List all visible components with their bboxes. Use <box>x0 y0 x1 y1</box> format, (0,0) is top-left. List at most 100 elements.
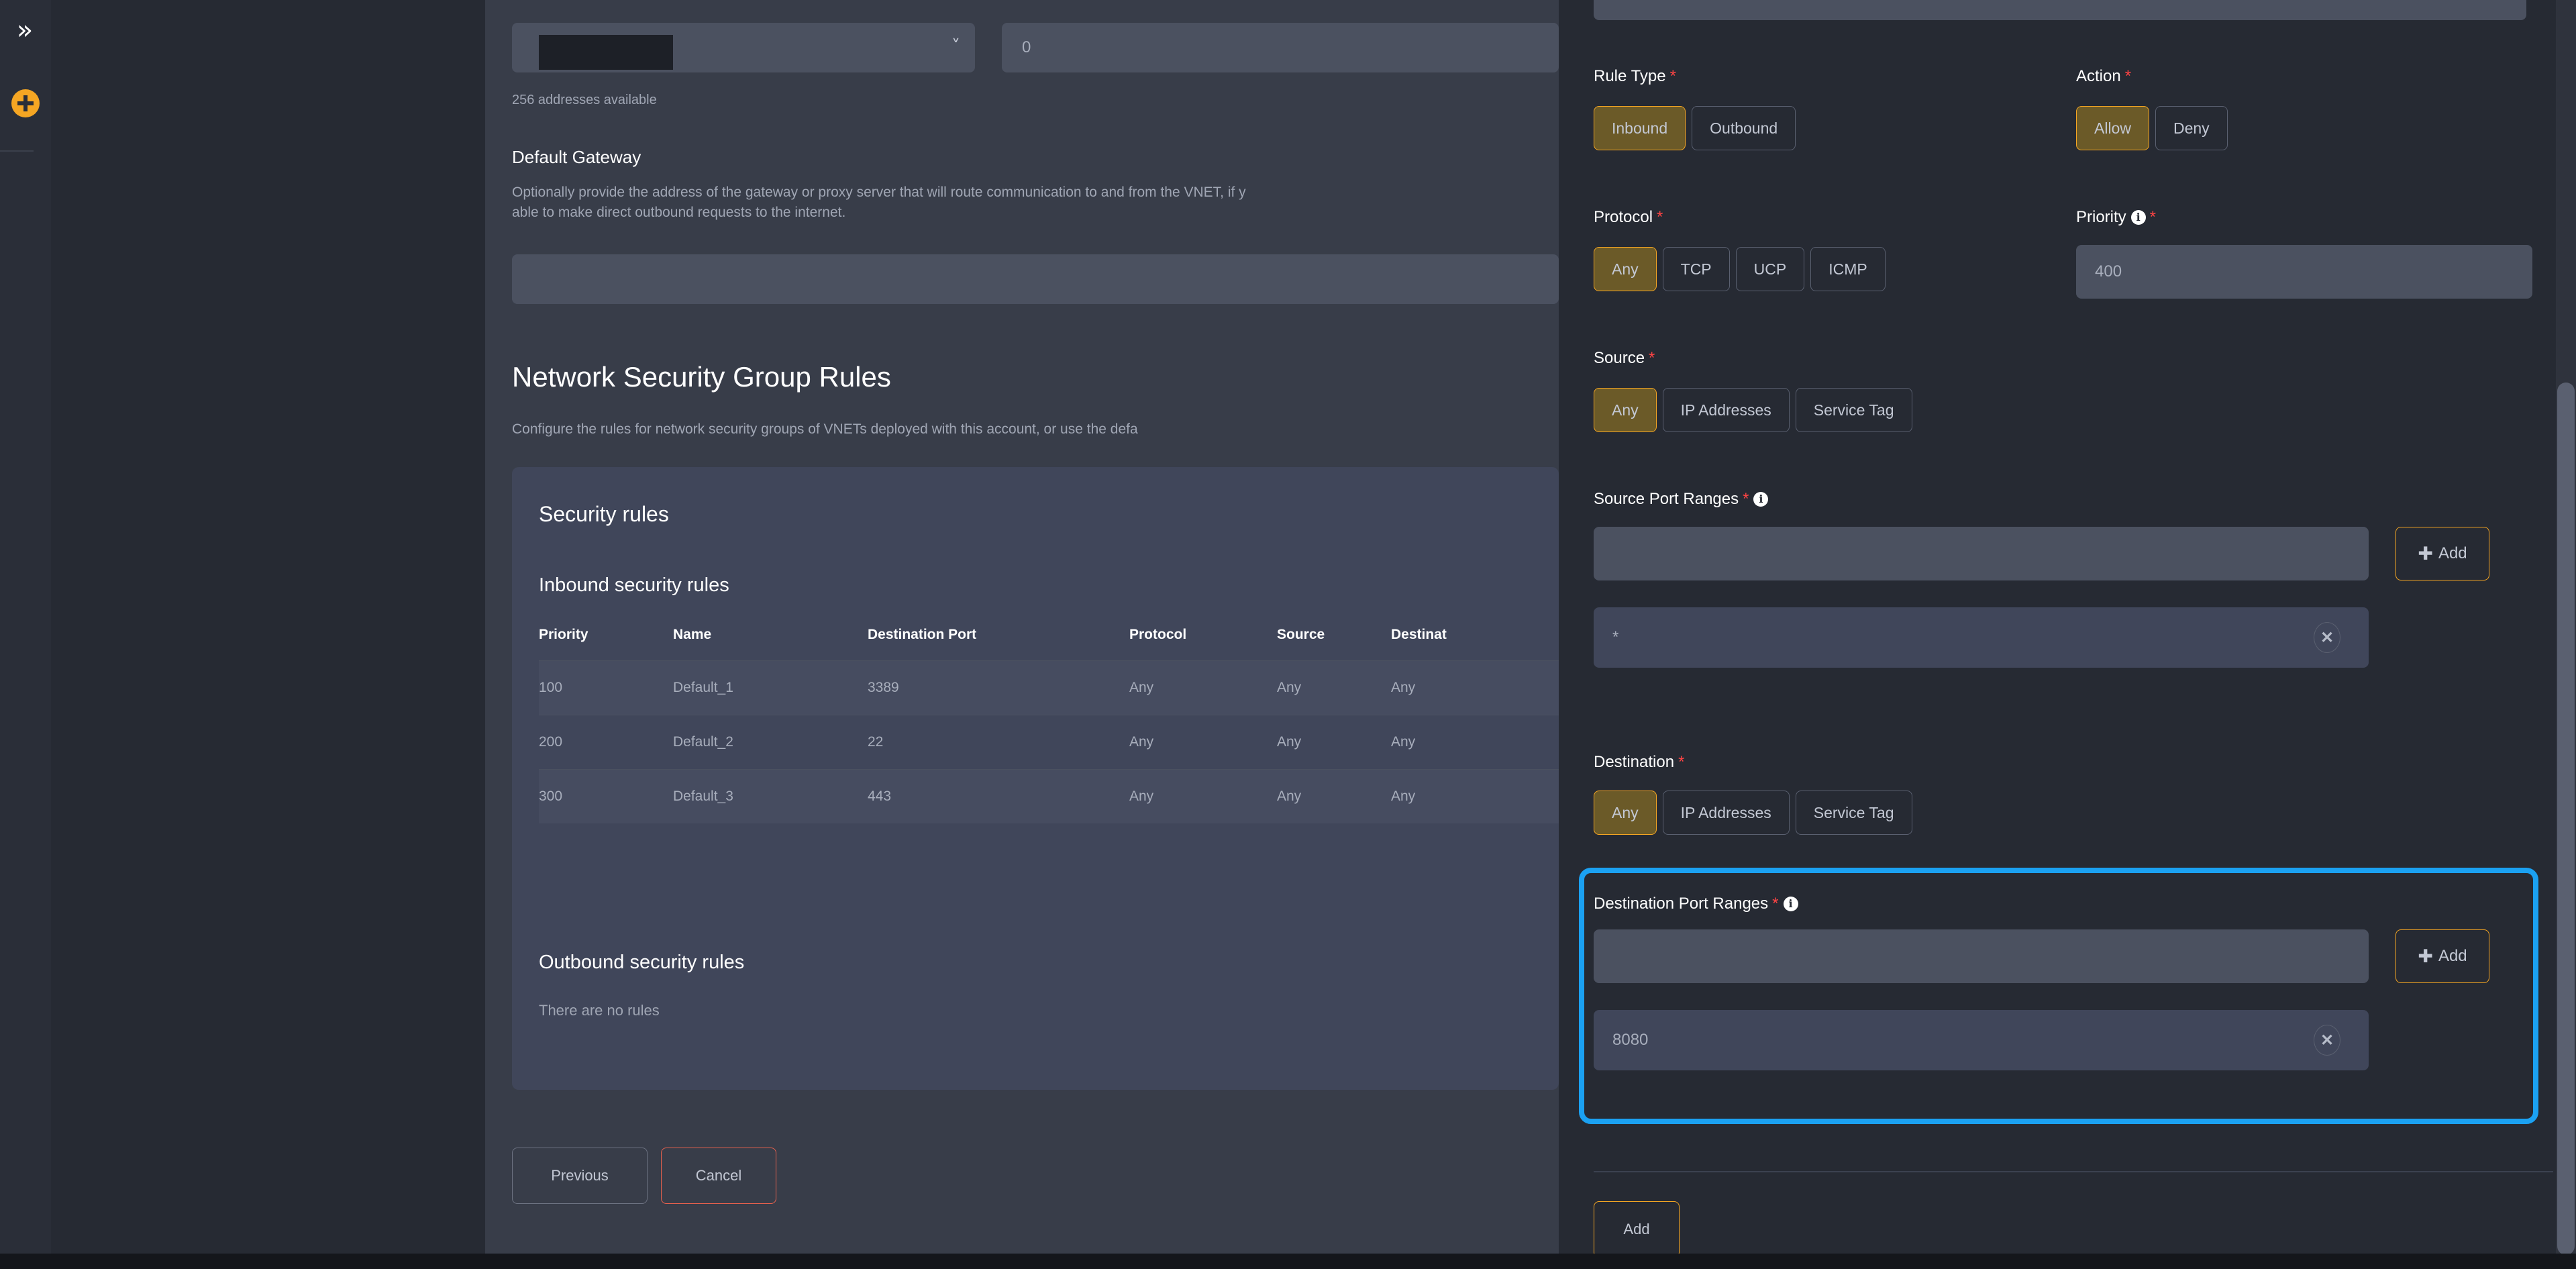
destination-port-range-chip-value: 8080 <box>1612 1031 1649 1049</box>
priority-label: Priority i * <box>2076 208 2156 227</box>
required-asterisk: * <box>1649 349 1655 367</box>
rule-type-option-inbound[interactable]: Inbound <box>1594 106 1686 150</box>
required-asterisk: * <box>1657 208 1663 226</box>
left-icon-rail: » <box>0 0 51 1269</box>
security-rules-title: Security rules <box>539 502 669 526</box>
cell-destination-port: 22 <box>868 734 884 750</box>
inbound-security-rules-title: Inbound security rules <box>539 574 729 596</box>
cell-priority: 300 <box>539 789 563 804</box>
action-label: Action * <box>2076 67 2131 86</box>
plus-icon: ✚ <box>2418 946 2433 967</box>
inbound-rules-table: Priority Name Destination Port Protocol … <box>539 627 1559 823</box>
protocol-option-any[interactable]: Any <box>1594 247 1657 291</box>
protocol-option-icmp[interactable]: ICMP <box>1810 247 1886 291</box>
col-destination-port: Destination Port <box>868 627 977 642</box>
previous-button[interactable]: Previous <box>512 1148 648 1204</box>
source-port-ranges-add-button[interactable]: ✚ Add <box>2395 527 2489 580</box>
main-content-panel: ˅ 256 addresses available 0 Default Gate… <box>485 0 1559 1254</box>
address-space-dropdown[interactable]: ˅ <box>512 23 975 72</box>
priority-value: 400 <box>2095 262 2122 281</box>
table-row[interactable]: 200 Default_2 22 Any Any Any <box>539 715 1559 770</box>
cell-destination: Any <box>1391 789 1416 804</box>
source-option-ip-addresses[interactable]: IP Addresses <box>1662 388 1790 432</box>
destination-port-ranges-add-button[interactable]: ✚ Add <box>2395 929 2489 983</box>
cell-protocol: Any <box>1129 789 1154 804</box>
window-bottom-strip <box>0 1254 2576 1269</box>
nsg-section-description: Configure the rules for network security… <box>512 421 1138 437</box>
source-option-service-tag[interactable]: Service Tag <box>1795 388 1912 432</box>
rail-divider <box>0 150 34 152</box>
destination-port-ranges-input[interactable] <box>1594 929 2369 983</box>
required-asterisk: * <box>1772 895 1779 913</box>
action-option-deny[interactable]: Deny <box>2155 106 2228 150</box>
default-gateway-description-line2: able to make direct outbound requests to… <box>512 205 846 221</box>
default-gateway-description: Optionally provide the address of the ga… <box>512 183 1559 223</box>
protocol-label: Protocol * <box>1594 208 1663 227</box>
source-option-any[interactable]: Any <box>1594 388 1657 432</box>
plus-circle-icon[interactable] <box>11 89 40 117</box>
double-chevron-right-icon[interactable]: » <box>9 15 40 46</box>
cell-protocol: Any <box>1129 680 1154 695</box>
source-port-ranges-add-label: Add <box>2438 544 2467 562</box>
source-port-ranges-label-text: Source Port Ranges <box>1594 490 1739 508</box>
cell-source: Any <box>1277 680 1302 695</box>
action-option-allow[interactable]: Allow <box>2076 106 2149 150</box>
address-space-selected-highlight <box>539 35 673 70</box>
destination-port-range-chip: 8080 ✕ <box>1594 1010 2369 1070</box>
protocol-option-ucp[interactable]: UCP <box>1735 247 1805 291</box>
source-segmented-control: Any IP Addresses Service Tag <box>1594 388 1912 432</box>
source-label-text: Source <box>1594 349 1645 367</box>
col-name: Name <box>673 627 712 642</box>
info-icon[interactable]: i <box>1753 492 1769 507</box>
cancel-button[interactable]: Cancel <box>661 1148 776 1204</box>
app-root: » ˅ 256 addresses available 0 Default Ga… <box>0 0 2576 1269</box>
cell-source: Any <box>1277 789 1302 804</box>
destination-option-any[interactable]: Any <box>1594 791 1657 835</box>
max-nodes-input[interactable]: 0 <box>1002 23 1559 72</box>
cell-destination-port: 443 <box>868 789 892 804</box>
rule-type-label: Rule Type * <box>1594 67 1676 86</box>
cell-name: Default_3 <box>673 789 733 804</box>
cell-source: Any <box>1277 734 1302 750</box>
destination-label-text: Destination <box>1594 753 1675 771</box>
drawer-scrollbar-track[interactable] <box>2556 0 2576 1254</box>
cell-destination: Any <box>1391 680 1416 695</box>
protocol-option-tcp[interactable]: TCP <box>1662 247 1730 291</box>
destination-option-service-tag[interactable]: Service Tag <box>1795 791 1912 835</box>
rule-type-option-outbound[interactable]: Outbound <box>1692 106 1796 150</box>
close-icon[interactable]: ✕ <box>2314 1025 2340 1056</box>
plus-icon: ✚ <box>2418 543 2433 564</box>
table-row[interactable]: 300 Default_3 443 Any Any Any <box>539 769 1559 823</box>
required-asterisk: * <box>1669 67 1676 85</box>
col-source: Source <box>1277 627 1325 642</box>
table-row[interactable]: 100 Default_1 3389 Any Any Any <box>539 660 1559 715</box>
destination-port-ranges-label-text: Destination Port Ranges <box>1594 895 1769 913</box>
cell-name: Default_1 <box>673 680 733 695</box>
priority-label-text: Priority <box>2076 208 2126 226</box>
close-icon[interactable]: ✕ <box>2314 622 2340 653</box>
source-label: Source * <box>1594 349 1655 368</box>
required-asterisk: * <box>1678 753 1685 771</box>
cell-name: Default_2 <box>673 734 733 750</box>
drawer-top-partial-input[interactable] <box>1594 0 2526 20</box>
cell-priority: 200 <box>539 734 563 750</box>
max-nodes-value: 0 <box>1022 38 1031 56</box>
info-icon[interactable]: i <box>1783 897 1798 911</box>
drawer-divider <box>1594 1171 2553 1172</box>
destination-port-ranges-add-label: Add <box>2438 947 2467 965</box>
source-port-ranges-input[interactable] <box>1594 527 2369 580</box>
destination-segmented-control: Any IP Addresses Service Tag <box>1594 791 1912 835</box>
source-port-range-chip-value: * <box>1612 628 1619 646</box>
add-rule-submit-button[interactable]: Add <box>1594 1201 1680 1254</box>
rule-type-segmented-control: Inbound Outbound <box>1594 106 1796 150</box>
default-gateway-title: Default Gateway <box>512 147 641 167</box>
default-gateway-input[interactable] <box>512 254 1559 304</box>
default-gateway-description-line1: Optionally provide the address of the ga… <box>512 185 1246 200</box>
destination-port-ranges-label: Destination Port Ranges * i <box>1594 895 1798 913</box>
priority-input[interactable]: 400 <box>2076 245 2532 299</box>
info-icon[interactable]: i <box>2130 210 2146 225</box>
protocol-label-text: Protocol <box>1594 208 1653 226</box>
drawer-scrollbar-thumb[interactable] <box>2557 383 2575 1254</box>
destination-option-ip-addresses[interactable]: IP Addresses <box>1662 791 1790 835</box>
required-asterisk: * <box>2124 67 2132 85</box>
